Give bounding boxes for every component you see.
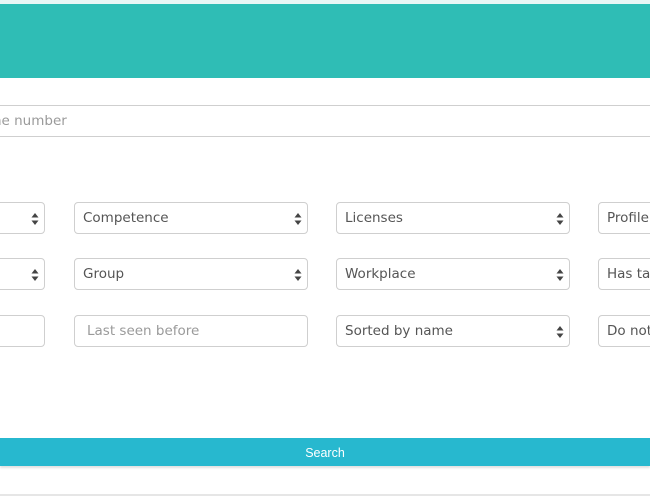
last-seen-before-input[interactable]: Last seen before [74, 315, 308, 347]
phone-number-placeholder: Phone number [0, 113, 67, 129]
workplace-select[interactable]: Workplace [336, 258, 570, 290]
sort-arrows-icon [31, 212, 39, 226]
filter-row1-col0-select[interactable] [0, 202, 45, 234]
competence-value: Competence [83, 210, 169, 226]
sort-arrows-icon [556, 212, 564, 226]
has-tag-value: Has tag [607, 266, 650, 282]
header-top-edge [0, 0, 650, 4]
sort-order-value: Sorted by name [345, 323, 453, 339]
has-tag-select[interactable]: Has tag [598, 258, 650, 290]
filter-row3-col0-input[interactable] [0, 315, 45, 347]
do-not-select[interactable]: Do not [598, 315, 650, 347]
group-value: Group [83, 266, 125, 282]
workplace-value: Workplace [345, 266, 416, 282]
search-button[interactable]: Search [0, 438, 650, 466]
profile-value: Profile [607, 210, 649, 226]
profile-select[interactable]: Profile [598, 202, 650, 234]
sort-arrows-icon [294, 268, 302, 282]
sort-order-select[interactable]: Sorted by name [336, 315, 570, 347]
phone-number-input[interactable]: Phone number [0, 105, 650, 137]
competence-select[interactable]: Competence [74, 202, 308, 234]
footer-divider [0, 494, 650, 496]
header-bar [0, 0, 650, 78]
sort-arrows-icon [31, 268, 39, 282]
filter-row2-col0-select[interactable] [0, 258, 45, 290]
sort-arrows-icon [556, 268, 564, 282]
sort-arrows-icon [556, 325, 564, 339]
sort-arrows-icon [294, 212, 302, 226]
licenses-select[interactable]: Licenses [336, 202, 570, 234]
group-select[interactable]: Group [74, 258, 308, 290]
licenses-value: Licenses [345, 210, 403, 226]
last-seen-before-placeholder: Last seen before [87, 323, 200, 339]
do-not-value: Do not [607, 323, 650, 339]
